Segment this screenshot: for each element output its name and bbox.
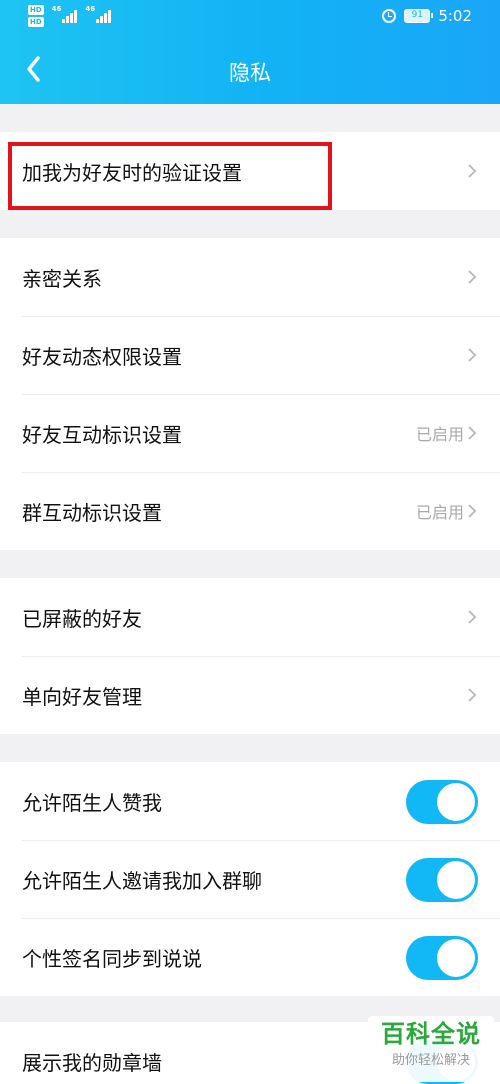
section-stranger-permissions: 允许陌生人赞我 允许陌生人邀请我加入群聊 个性签名同步到说说 [0,762,500,996]
section-friend-settings: 亲密关系 好友动态权限设置 好友互动标识设置 已启用 群互动标识设置 已启用 [0,238,500,550]
row-label: 个性签名同步到说说 [22,946,202,971]
chevron-right-icon [468,504,477,518]
row-label: 单向好友管理 [22,684,142,709]
watermark-logo: 百科全说 助你轻松解决 [368,1016,494,1082]
signal-icon: 46 [52,5,78,23]
hd-icon: HD HD [28,5,44,29]
signal-icon: 46 [85,5,112,23]
hd-badge-1: HD [28,5,44,15]
toggle-switch[interactable] [406,858,478,902]
battery-icon: 91 [404,9,434,23]
alarm-icon [382,9,397,23]
status-text: 已启用 [415,503,464,522]
toggle-switch[interactable] [406,936,478,980]
status-left: HD HD 46 46 [28,5,112,29]
chevron-right-icon [468,426,477,440]
toggle-knob [437,861,475,899]
row-label: 好友动态权限设置 [22,344,182,369]
row-friend-interaction-marks[interactable]: 好友互动标识设置 已启用 [0,394,500,472]
row-label: 好友互动标识设置 [22,422,182,447]
chevron-right-icon [468,270,477,284]
row-label: 亲密关系 [22,266,102,291]
chevron-right-icon [468,688,477,702]
toggle-knob [437,783,475,821]
row-allow-stranger-group-invite: 允许陌生人邀请我加入群聊 [0,840,500,918]
row-intimate-relationship[interactable]: 亲密关系 [0,238,500,316]
section-blocked: 已屏蔽的好友 单向好友管理 [0,578,500,734]
toggle-switch[interactable] [406,780,478,824]
row-label: 群互动标识设置 [22,500,162,525]
row-sync-signature: 个性签名同步到说说 [0,918,500,996]
signal-1-label: 46 [51,5,62,13]
row-blocked-friends[interactable]: 已屏蔽的好友 [0,578,500,656]
watermark-subtitle: 助你轻松解决 [391,1053,470,1068]
signal-2-label: 46 [85,5,96,13]
row-feed-permissions[interactable]: 好友动态权限设置 [0,316,500,394]
status-right: 91 5:02 [382,7,472,25]
status-text: 已启用 [415,425,464,444]
row-label: 允许陌生人赞我 [22,790,162,815]
row-group-interaction-marks[interactable]: 群互动标识设置 已启用 [0,472,500,550]
chevron-right-icon [468,610,477,624]
row-label: 已屏蔽的好友 [22,606,142,631]
clock: 5:02 [438,7,472,25]
row-allow-stranger-likes: 允许陌生人赞我 [0,762,500,840]
chevron-right-icon [468,164,477,178]
chevron-right-icon [468,348,477,362]
toggle-knob [437,939,475,977]
row-label: 允许陌生人邀请我加入群聊 [22,868,262,893]
page-title: 隐私 [229,61,271,85]
app-header: HD HD 46 46 91 5:02 隐私 [0,0,500,104]
hd-badge-2: HD [28,17,44,27]
row-one-way-friends[interactable]: 单向好友管理 [0,656,500,734]
watermark-title: 百科全说 [381,1020,481,1048]
row-label: 展示我的勋章墙 [22,1050,162,1075]
status-bar: HD HD 46 46 91 5:02 [0,0,500,34]
highlight-box [8,142,332,210]
